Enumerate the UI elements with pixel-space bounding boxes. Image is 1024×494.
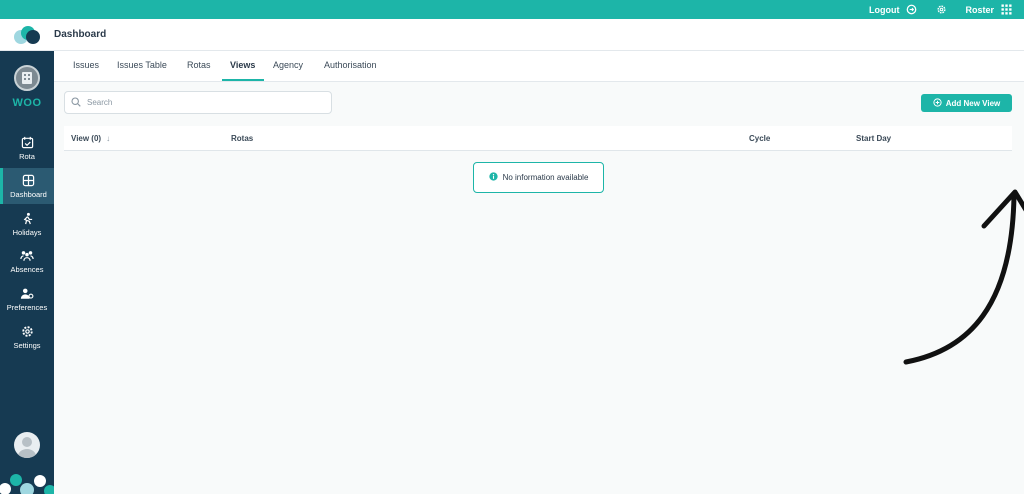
add-new-view-button[interactable]: Add New View — [921, 94, 1012, 112]
column-header-label: View (0) — [71, 134, 102, 143]
tab-issues-table[interactable]: Issues Table — [117, 60, 167, 70]
holidays-icon — [20, 211, 34, 225]
preferences-icon — [20, 286, 34, 300]
header: Dashboard — [0, 19, 1024, 51]
sidebar-item-absences[interactable]: Absences — [0, 243, 54, 279]
top-bar-actions: Logout Roster — [869, 0, 1012, 19]
grid-icon[interactable] — [1000, 4, 1012, 16]
sidebar-item-label: Rota — [19, 152, 35, 161]
search-input[interactable] — [87, 98, 307, 107]
tab-views[interactable]: Views — [230, 60, 255, 70]
app-logo[interactable] — [12, 25, 42, 45]
sidebar-item-dashboard[interactable]: Dashboard — [0, 168, 54, 204]
column-header-view[interactable]: View (0) ↓ — [71, 134, 110, 143]
empty-state-message: No information available — [502, 173, 589, 182]
sidebar-item-label: Settings — [13, 341, 41, 350]
add-new-view-label: Add New View — [945, 98, 1001, 108]
user-icon — [17, 437, 37, 458]
search-box — [64, 91, 332, 114]
sidebar-item-label: Preferences — [6, 303, 48, 312]
sidebar-item-label: Absences — [10, 265, 44, 274]
sort-arrow-icon[interactable]: ↓ — [106, 134, 110, 143]
tab-issues[interactable]: Issues — [73, 60, 99, 70]
user-avatar[interactable] — [14, 432, 40, 458]
tab-bar: Issues Issues Table Rotas Views Agency A… — [54, 51, 1024, 82]
building-icon — [22, 72, 32, 84]
absences-icon — [20, 248, 34, 262]
decorative-pattern — [0, 474, 54, 494]
roster-link[interactable]: Roster — [965, 5, 994, 15]
column-header-cycle: Cycle — [749, 134, 771, 143]
annotation-arrow — [903, 189, 1024, 365]
sidebar-item-label: Holidays — [12, 228, 42, 237]
plus-circle-icon — [933, 97, 942, 109]
page-title: Dashboard — [54, 29, 107, 40]
sidebar-item-rota[interactable]: Rota — [0, 130, 54, 166]
sidebar-item-preferences[interactable]: Preferences — [0, 281, 54, 317]
dashboard-icon — [22, 173, 36, 187]
search-icon — [71, 94, 81, 112]
tab-rotas[interactable]: Rotas — [187, 60, 211, 70]
sidebar-item-label: Dashboard — [10, 190, 47, 199]
tab-authorisation[interactable]: Authorisation — [324, 60, 377, 70]
tab-agency[interactable]: Agency — [273, 60, 303, 70]
org-name: WOO — [12, 97, 42, 109]
empty-state: No information available — [473, 162, 604, 193]
top-bar: Logout Roster — [0, 0, 1024, 19]
logout-link[interactable]: Logout — [869, 5, 900, 15]
column-header-start-day: Start Day — [856, 134, 892, 143]
gear-icon[interactable] — [935, 4, 947, 16]
sidebar: WOO Rota Dashboard Holidays Absences Pre… — [0, 51, 54, 494]
calendar-check-icon — [20, 135, 34, 149]
table-header: View (0) ↓ Rotas Cycle Start Day — [64, 126, 1012, 151]
org-avatar[interactable] — [14, 65, 40, 91]
info-icon — [488, 172, 498, 183]
gear-icon — [20, 324, 34, 338]
logout-icon[interactable] — [905, 4, 917, 16]
active-tab-indicator — [222, 79, 264, 81]
column-header-rotas: Rotas — [231, 134, 254, 143]
main-content: Add New View View (0) ↓ Rotas Cycle Start… — [54, 82, 1024, 494]
sidebar-item-holidays[interactable]: Holidays — [0, 206, 54, 242]
sidebar-item-settings[interactable]: Settings — [0, 319, 54, 355]
